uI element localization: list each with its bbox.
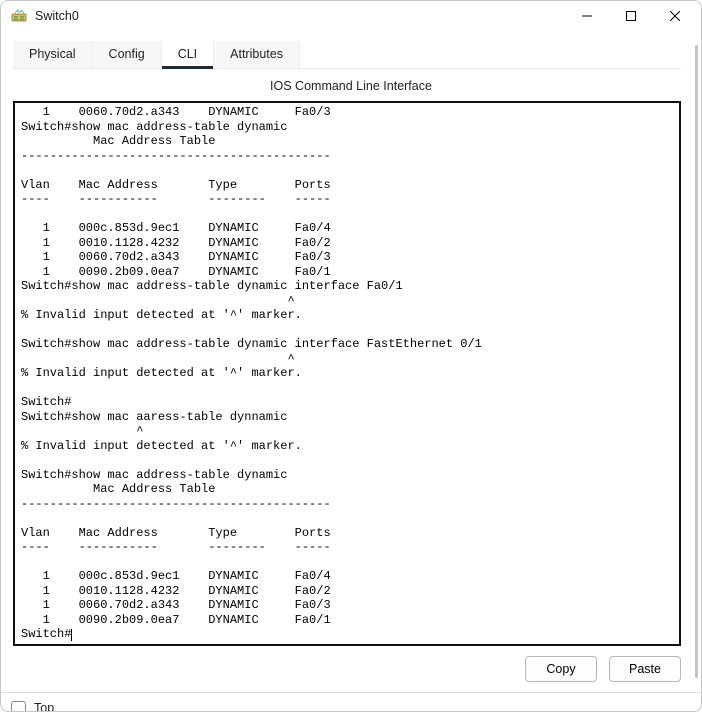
cli-output: 1 0060.70d2.a343 DYNAMIC Fa0/3 Switch#sh… xyxy=(21,105,482,641)
tab-cli[interactable]: CLI xyxy=(162,41,214,68)
titlebar: Switch0 xyxy=(1,1,701,31)
tab-attributes[interactable]: Attributes xyxy=(214,41,300,68)
top-checkbox-label: Top xyxy=(34,701,54,712)
window-scrollbar[interactable] xyxy=(695,45,698,678)
cli-terminal[interactable]: 1 0060.70d2.a343 DYNAMIC Fa0/3 Switch#sh… xyxy=(13,101,681,646)
top-checkbox[interactable] xyxy=(11,701,26,712)
app-icon xyxy=(11,8,27,24)
text-cursor xyxy=(71,629,72,641)
tabs-bar: Physical Config CLI Attributes xyxy=(13,41,681,69)
cli-button-row: Copy Paste xyxy=(13,646,689,692)
footer: Top xyxy=(1,692,701,712)
maximize-button[interactable] xyxy=(609,1,653,31)
app-window: Switch0 Physical Config CLI Attributes I… xyxy=(0,0,702,712)
window-title: Switch0 xyxy=(35,9,565,23)
paste-button[interactable]: Paste xyxy=(609,656,681,682)
content-area: Physical Config CLI Attributes IOS Comma… xyxy=(1,31,701,692)
cli-header: IOS Command Line Interface xyxy=(13,69,689,101)
tab-config[interactable]: Config xyxy=(93,41,162,68)
close-button[interactable] xyxy=(653,1,697,31)
tab-physical[interactable]: Physical xyxy=(13,41,93,68)
copy-button[interactable]: Copy xyxy=(525,656,597,682)
window-controls xyxy=(565,1,697,31)
minimize-button[interactable] xyxy=(565,1,609,31)
